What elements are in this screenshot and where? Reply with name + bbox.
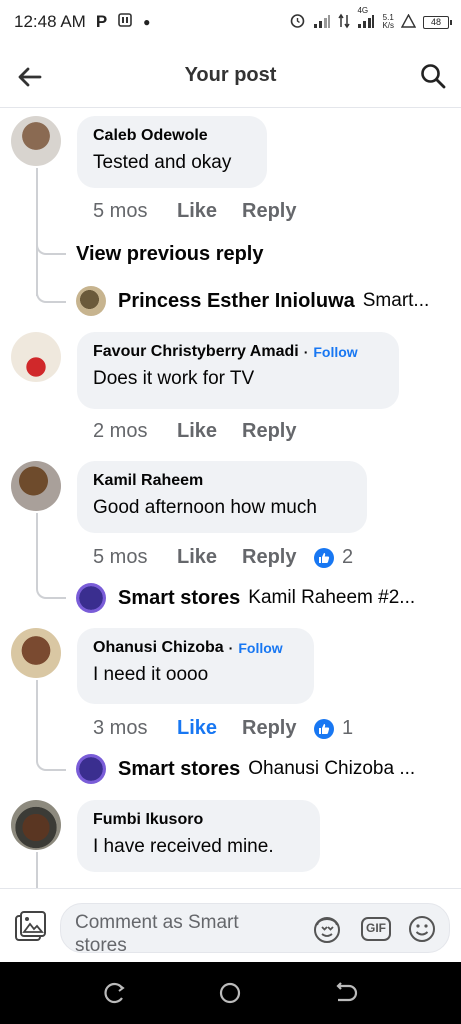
follow-button[interactable]: Follow: [313, 344, 357, 360]
page-title: Your post: [184, 64, 277, 86]
avatar[interactable]: [11, 332, 61, 382]
comment-text: Does it work for TV: [93, 368, 255, 389]
comment-input[interactable]: Comment as Smart stores GIF: [60, 903, 450, 953]
comment-composer: Comment as Smart stores GIF: [0, 888, 461, 962]
thread-connector: [36, 572, 66, 599]
battery-level: 48: [430, 16, 441, 27]
reaction-summary[interactable]: 2: [314, 546, 353, 569]
thread-connector: [36, 276, 66, 303]
thread-line: [36, 680, 38, 744]
comment-text: Tested and okay: [93, 152, 232, 173]
net-speed: 5.1 K/s: [382, 14, 394, 30]
avatar: [76, 286, 106, 316]
comment-actions: 5 mos Like Reply 2: [93, 546, 353, 569]
reaction-count: 2: [342, 546, 354, 568]
recent-apps-icon[interactable]: [102, 980, 128, 1006]
comment-age: 5 mos: [93, 200, 148, 222]
view-previous-reply-link[interactable]: View previous reply: [76, 243, 264, 266]
reply-author[interactable]: Princess Esther Inioluwa: [118, 290, 355, 313]
reply-preview[interactable]: Smart stores Kamil Raheem #2...: [76, 583, 415, 613]
gallery-icon[interactable]: [12, 909, 48, 945]
like-button[interactable]: Like: [177, 717, 242, 740]
separator-dot: ·: [303, 344, 309, 360]
reaction-count: 1: [342, 717, 354, 739]
reply-button[interactable]: Reply: [242, 420, 314, 443]
avatar[interactable]: [11, 628, 61, 678]
like-button[interactable]: Like: [177, 200, 242, 223]
comment-author[interactable]: Caleb Odewole: [93, 127, 208, 145]
comment-age: 5 mos: [93, 546, 148, 568]
battery-icon: 48: [423, 15, 452, 29]
status-time: 12:48 AM: [14, 12, 86, 31]
status-bar: 12:48 AM P ● 4G 5.1 K/s 48: [0, 0, 461, 44]
warning-icon: [400, 13, 417, 31]
system-nav-bar: [0, 962, 461, 1024]
back-icon[interactable]: [332, 980, 358, 1006]
speed-unit: K/s: [382, 21, 394, 30]
avatar-sticker-icon[interactable]: [311, 913, 343, 945]
comment-author[interactable]: Favour Christyberry Amadi: [93, 343, 299, 361]
search-icon[interactable]: [419, 62, 447, 90]
comments-list: Caleb Odewole Tested and okay 5 mos Like…: [0, 108, 461, 888]
comment-bubble: Favour Christyberry Amadi · Follow Does …: [77, 332, 399, 409]
comment-author[interactable]: Fumbi Ikusoro: [93, 811, 203, 829]
comment-text: Good afternoon how much: [93, 497, 317, 518]
reply-preview[interactable]: Smart stores Ohanusi Chizoba ...: [76, 754, 415, 784]
net-type-label: 4G: [357, 5, 369, 15]
gif-icon[interactable]: GIF: [360, 913, 392, 945]
comment-author[interactable]: Kamil Raheem: [93, 472, 203, 490]
home-icon[interactable]: [217, 980, 243, 1006]
comment-placeholder: Comment as Smart stores: [75, 912, 239, 951]
reaction-summary[interactable]: 1: [314, 717, 353, 740]
signal-4g-icon: 4G: [357, 6, 375, 31]
comment-age: 3 mos: [93, 717, 148, 739]
comment-bubble: Fumbi Ikusoro I have received mine.: [77, 800, 320, 872]
avatar[interactable]: [11, 461, 61, 511]
avatar: [76, 583, 106, 613]
avatar[interactable]: [11, 800, 61, 850]
reply-snippet: Kamil Raheem #2...: [248, 587, 416, 608]
data-arrows-icon: [338, 13, 351, 32]
thread-connector: [36, 228, 66, 255]
reply-button[interactable]: Reply: [242, 717, 314, 740]
follow-button[interactable]: Follow: [238, 640, 282, 656]
thumbs-up-icon: [314, 547, 334, 568]
thumbs-up-icon: [314, 718, 334, 739]
comment-actions: 3 mos Like Reply 1: [93, 717, 353, 740]
comment-author[interactable]: Ohanusi Chizoba: [93, 639, 224, 657]
thread-line: [36, 513, 38, 573]
gif-label: GIF: [366, 921, 386, 935]
reply-preview[interactable]: Princess Esther Inioluwa Smart...: [76, 286, 429, 316]
comment-age: 2 mos: [93, 420, 148, 442]
like-button[interactable]: Like: [177, 420, 242, 443]
reply-button[interactable]: Reply: [242, 200, 314, 223]
sim-icon: [117, 12, 133, 33]
comment-bubble: Kamil Raheem Good afternoon how much: [77, 461, 367, 533]
reply-snippet: Smart...: [362, 290, 430, 311]
dot-icon: ●: [143, 15, 151, 29]
reply-author[interactable]: Smart stores: [118, 758, 240, 781]
p-app-icon: P: [95, 12, 108, 31]
like-button[interactable]: Like: [177, 546, 242, 569]
comment-bubble: Caleb Odewole Tested and okay: [77, 116, 267, 188]
comment-actions: 2 mos Like Reply: [93, 420, 314, 443]
reply-author[interactable]: Smart stores: [118, 587, 240, 610]
avatar[interactable]: [11, 116, 61, 166]
reply-button[interactable]: Reply: [242, 546, 314, 569]
comment-actions: 5 mos Like Reply: [93, 200, 314, 223]
signal-icon: [313, 14, 331, 31]
comment-text: I need it oooo: [93, 664, 209, 685]
alarm-icon: [289, 12, 306, 32]
comment-text: I have received mine.: [93, 836, 274, 857]
reply-snippet: Ohanusi Chizoba ...: [248, 758, 416, 779]
separator-dot: ·: [228, 640, 234, 656]
thread-connector: [36, 744, 66, 771]
emoji-icon[interactable]: [406, 913, 438, 945]
avatar: [76, 754, 106, 784]
header-bar: Your post: [0, 44, 461, 108]
thread-line: [36, 852, 38, 888]
comment-bubble: Ohanusi Chizoba · Follow I need it oooo: [77, 628, 314, 704]
